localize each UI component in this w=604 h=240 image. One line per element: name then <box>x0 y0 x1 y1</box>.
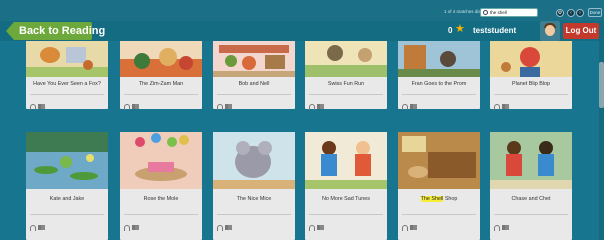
headphones-icon[interactable] <box>30 224 36 231</box>
find-done-button[interactable]: Done <box>588 8 602 17</box>
book-icon[interactable] <box>132 104 139 110</box>
headphones-icon[interactable] <box>30 103 36 110</box>
gear-icon[interactable]: ⚙ <box>556 9 564 17</box>
headphones-icon[interactable] <box>494 103 500 110</box>
book-title[interactable]: Planet Blip Blop <box>490 81 572 87</box>
book-card[interactable]: No More Sad Tunes <box>305 132 387 240</box>
book-grid: Have You Ever Seen a Fox? The Zim-Zam Ma… <box>0 41 604 240</box>
headphones-icon[interactable] <box>402 224 408 231</box>
book-cover[interactable] <box>398 41 480 77</box>
book-title[interactable]: Chase and Chet <box>490 196 572 202</box>
logout-button[interactable]: Log Out <box>563 23 599 39</box>
headphones-icon[interactable] <box>217 224 223 231</box>
book-title[interactable]: Swiss Fun Run <box>305 81 387 87</box>
book-icon[interactable] <box>410 225 417 231</box>
book-card[interactable]: Kate and Jake <box>26 132 108 240</box>
book-cover[interactable] <box>120 132 202 189</box>
book-icon[interactable] <box>38 104 45 110</box>
book-icon[interactable] <box>317 104 324 110</box>
book-title[interactable]: The Zim-Zam Man <box>120 81 202 87</box>
book-icon[interactable] <box>225 104 232 110</box>
book-card[interactable]: Have You Ever Seen a Fox? <box>26 41 108 110</box>
avatar[interactable] <box>540 21 560 41</box>
scrollbar-thumb[interactable] <box>599 62 604 108</box>
star-icon: ★ <box>455 23 465 35</box>
book-icon[interactable] <box>410 104 417 110</box>
book-cover[interactable] <box>26 132 108 189</box>
book-card[interactable]: Fran Goes to the Prom <box>398 41 480 110</box>
book-cover[interactable] <box>213 41 295 77</box>
back-to-reading-button[interactable]: Back to Reading <box>6 22 105 40</box>
book-title[interactable]: The Shell Shop <box>398 196 480 202</box>
book-title[interactable]: Rose the Mole <box>120 196 202 202</box>
book-icon[interactable] <box>317 225 324 231</box>
find-prev-icon[interactable]: ‹ <box>567 9 575 17</box>
book-cover[interactable] <box>120 41 202 77</box>
find-input-box[interactable] <box>480 8 538 17</box>
book-title[interactable]: No More Sad Tunes <box>305 196 387 202</box>
star-count: 0 <box>448 26 453 35</box>
book-cover[interactable] <box>490 132 572 189</box>
book-icon[interactable] <box>132 225 139 231</box>
book-title[interactable]: The Nice Mice <box>213 196 295 202</box>
book-icon[interactable] <box>38 225 45 231</box>
book-card[interactable]: The Nice Mice <box>213 132 295 240</box>
book-card[interactable]: Planet Blip Blop <box>490 41 572 110</box>
book-card[interactable]: Bob and Nell <box>213 41 295 110</box>
headphones-icon[interactable] <box>124 103 130 110</box>
book-title[interactable]: Bob and Nell <box>213 81 295 87</box>
headphones-icon[interactable] <box>309 103 315 110</box>
headphones-icon[interactable] <box>494 224 500 231</box>
book-cover[interactable] <box>26 41 108 77</box>
book-title[interactable]: Fran Goes to the Prom <box>398 81 480 87</box>
headphones-icon[interactable] <box>402 103 408 110</box>
book-title[interactable]: Have You Ever Seen a Fox? <box>26 81 108 87</box>
book-icon[interactable] <box>502 104 509 110</box>
headphones-icon[interactable] <box>217 103 223 110</box>
find-next-icon[interactable]: › <box>576 9 584 17</box>
book-icon[interactable] <box>502 225 509 231</box>
book-cover[interactable] <box>305 41 387 77</box>
find-input[interactable] <box>490 9 536 16</box>
find-highlight: The Shell <box>420 196 444 202</box>
book-title[interactable]: Kate and Jake <box>26 196 108 202</box>
back-arrow-icon <box>6 22 14 40</box>
username: teststudent <box>473 26 517 35</box>
header-bar: Back to Reading 0 ★ teststudent Log Out <box>0 21 604 41</box>
headphones-icon[interactable] <box>124 224 130 231</box>
book-cover[interactable] <box>398 132 480 189</box>
book-cover[interactable] <box>305 132 387 189</box>
book-card[interactable]: Rose the Mole <box>120 132 202 240</box>
book-card[interactable]: The Zim-Zam Man <box>120 41 202 110</box>
book-cover[interactable] <box>213 132 295 189</box>
search-icon <box>483 10 488 15</box>
find-bar: 1 of 4 matches diagnostic ⚙ ‹ › Done <box>0 0 604 21</box>
book-card[interactable]: Chase and Chet <box>490 132 572 240</box>
book-card[interactable]: The Shell Shop <box>398 132 480 240</box>
book-cover[interactable] <box>490 41 572 77</box>
book-card[interactable]: Swiss Fun Run <box>305 41 387 110</box>
book-icon[interactable] <box>225 225 232 231</box>
headphones-icon[interactable] <box>309 224 315 231</box>
